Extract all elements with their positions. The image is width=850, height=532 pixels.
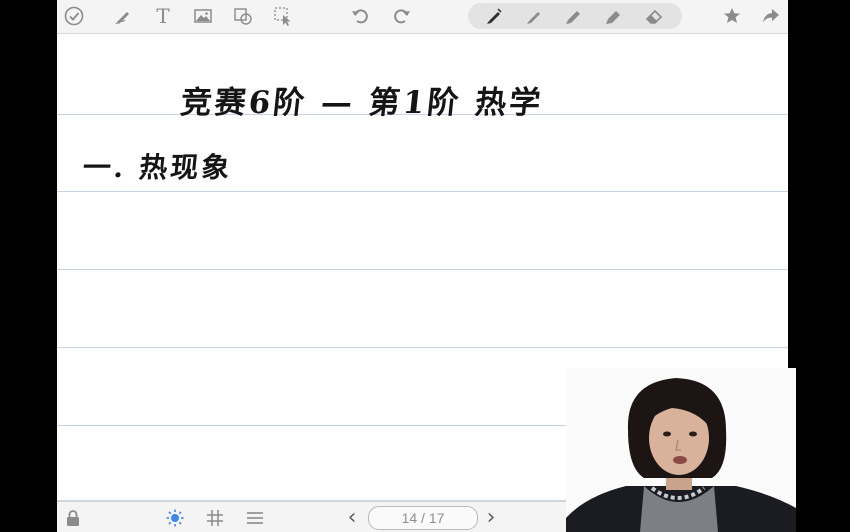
pen-tool-icon[interactable] xyxy=(111,4,135,28)
presenter-figure xyxy=(566,368,796,532)
page-indicator[interactable]: 14 / 17 xyxy=(368,506,478,530)
prev-page-button[interactable]: ‹ xyxy=(342,505,362,530)
image-icon[interactable] xyxy=(191,4,215,28)
lock-icon[interactable] xyxy=(62,507,84,529)
text-tool-icon[interactable]: T xyxy=(151,4,175,28)
ruled-line xyxy=(57,347,788,348)
fountain-pen-icon[interactable] xyxy=(482,4,506,28)
presenter-webcam xyxy=(566,368,796,532)
shape-select-icon[interactable] xyxy=(231,4,255,28)
share-icon[interactable] xyxy=(759,4,783,28)
top-toolbar: T xyxy=(57,0,788,34)
marker-icon[interactable] xyxy=(562,4,586,28)
redo-icon[interactable] xyxy=(390,4,414,28)
lines-icon[interactable] xyxy=(244,507,266,529)
eraser-icon[interactable] xyxy=(642,4,666,28)
star-icon[interactable] xyxy=(720,4,744,28)
brightness-icon[interactable] xyxy=(164,507,186,529)
grid-icon[interactable] xyxy=(204,507,226,529)
pen-selector xyxy=(468,3,682,29)
ruled-line xyxy=(57,269,788,270)
checkmark-icon[interactable] xyxy=(62,4,86,28)
next-page-button[interactable]: › xyxy=(481,505,501,530)
highlighter-icon[interactable] xyxy=(602,4,626,28)
handwritten-heading: 一. 热现象 xyxy=(81,151,235,184)
undo-icon[interactable] xyxy=(348,4,372,28)
ruled-line xyxy=(57,191,788,192)
handwritten-title: 竞赛6阶 — 第1阶 热学 xyxy=(178,85,546,121)
lasso-select-icon[interactable] xyxy=(271,4,295,28)
pen-icon[interactable] xyxy=(522,4,546,28)
